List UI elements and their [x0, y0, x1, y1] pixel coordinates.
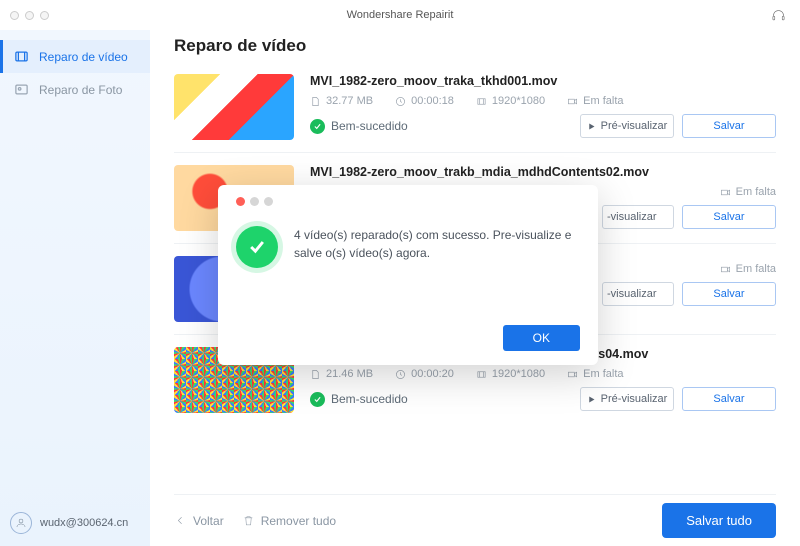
file-icon	[310, 369, 321, 380]
video-meta: 21.46 MB 00:00:20 1920*1080 Em falta	[310, 368, 776, 380]
save-button[interactable]: Salvar	[682, 205, 776, 229]
save-button[interactable]: Salvar	[682, 114, 776, 138]
success-check-icon	[236, 226, 278, 268]
save-button[interactable]: Salvar	[682, 387, 776, 411]
remove-all-button[interactable]: Remover tudo	[242, 514, 336, 528]
status-badge: Bem-sucedido	[310, 392, 408, 407]
video-filename: MVI_1982-zero_moov_traka_tkhd001.mov	[310, 74, 776, 88]
preview-button[interactable]: Pré-visualizar	[580, 387, 674, 411]
clock-icon	[395, 369, 406, 380]
back-button[interactable]: Voltar	[174, 514, 224, 528]
window-titlebar: Wondershare Repairit	[0, 0, 800, 30]
dialog-window-controls[interactable]	[236, 197, 580, 206]
avatar-icon	[10, 512, 32, 534]
preview-button[interactable]: -visualizar	[602, 282, 674, 306]
video-filename: MVI_1982-zero_moov_trakb_mdia_mdhdConten…	[310, 165, 776, 179]
preview-button[interactable]: Pré-visualizar	[580, 114, 674, 138]
sidebar-item-video-repair[interactable]: Reparo de vídeo	[0, 40, 150, 73]
camera-icon	[720, 264, 731, 275]
resolution-icon	[476, 369, 487, 380]
sidebar: Reparo de vídeo Reparo de Foto wudx@3006…	[0, 30, 150, 546]
preview-button[interactable]: -visualizar	[602, 205, 674, 229]
sidebar-item-photo-repair[interactable]: Reparo de Foto	[0, 73, 150, 106]
resolution-icon	[476, 96, 487, 107]
check-icon	[310, 119, 325, 134]
sidebar-item-label: Reparo de vídeo	[39, 50, 128, 64]
video-thumbnail[interactable]	[174, 74, 294, 140]
dialog-message: 4 vídeo(s) reparado(s) com sucesso. Pre-…	[294, 226, 580, 262]
success-dialog: 4 vídeo(s) reparado(s) com sucesso. Pre-…	[218, 185, 598, 365]
status-badge: Bem-sucedido	[310, 119, 408, 134]
dialog-ok-button[interactable]: OK	[503, 325, 580, 351]
save-all-button[interactable]: Salvar tudo	[662, 503, 776, 538]
support-icon[interactable]	[771, 8, 786, 26]
video-meta: 32.77 MB 00:00:18 1920*1080 Em falta	[310, 95, 776, 107]
photo-repair-icon	[14, 82, 29, 97]
clock-icon	[395, 96, 406, 107]
video-repair-icon	[14, 49, 29, 64]
file-icon	[310, 96, 321, 107]
video-row: MVI_1982-zero_moov_traka_tkhd001.mov 32.…	[174, 62, 776, 152]
app-title: Wondershare Repairit	[0, 9, 800, 21]
user-account[interactable]: wudx@300624.cn	[0, 500, 150, 546]
page-title: Reparo de vídeo	[174, 36, 776, 56]
user-email: wudx@300624.cn	[40, 517, 128, 529]
sidebar-item-label: Reparo de Foto	[39, 83, 122, 97]
camera-icon	[567, 369, 578, 380]
camera-icon	[720, 187, 731, 198]
camera-icon	[567, 96, 578, 107]
check-icon	[310, 392, 325, 407]
save-button[interactable]: Salvar	[682, 282, 776, 306]
footer: Voltar Remover tudo Salvar tudo	[174, 494, 776, 546]
